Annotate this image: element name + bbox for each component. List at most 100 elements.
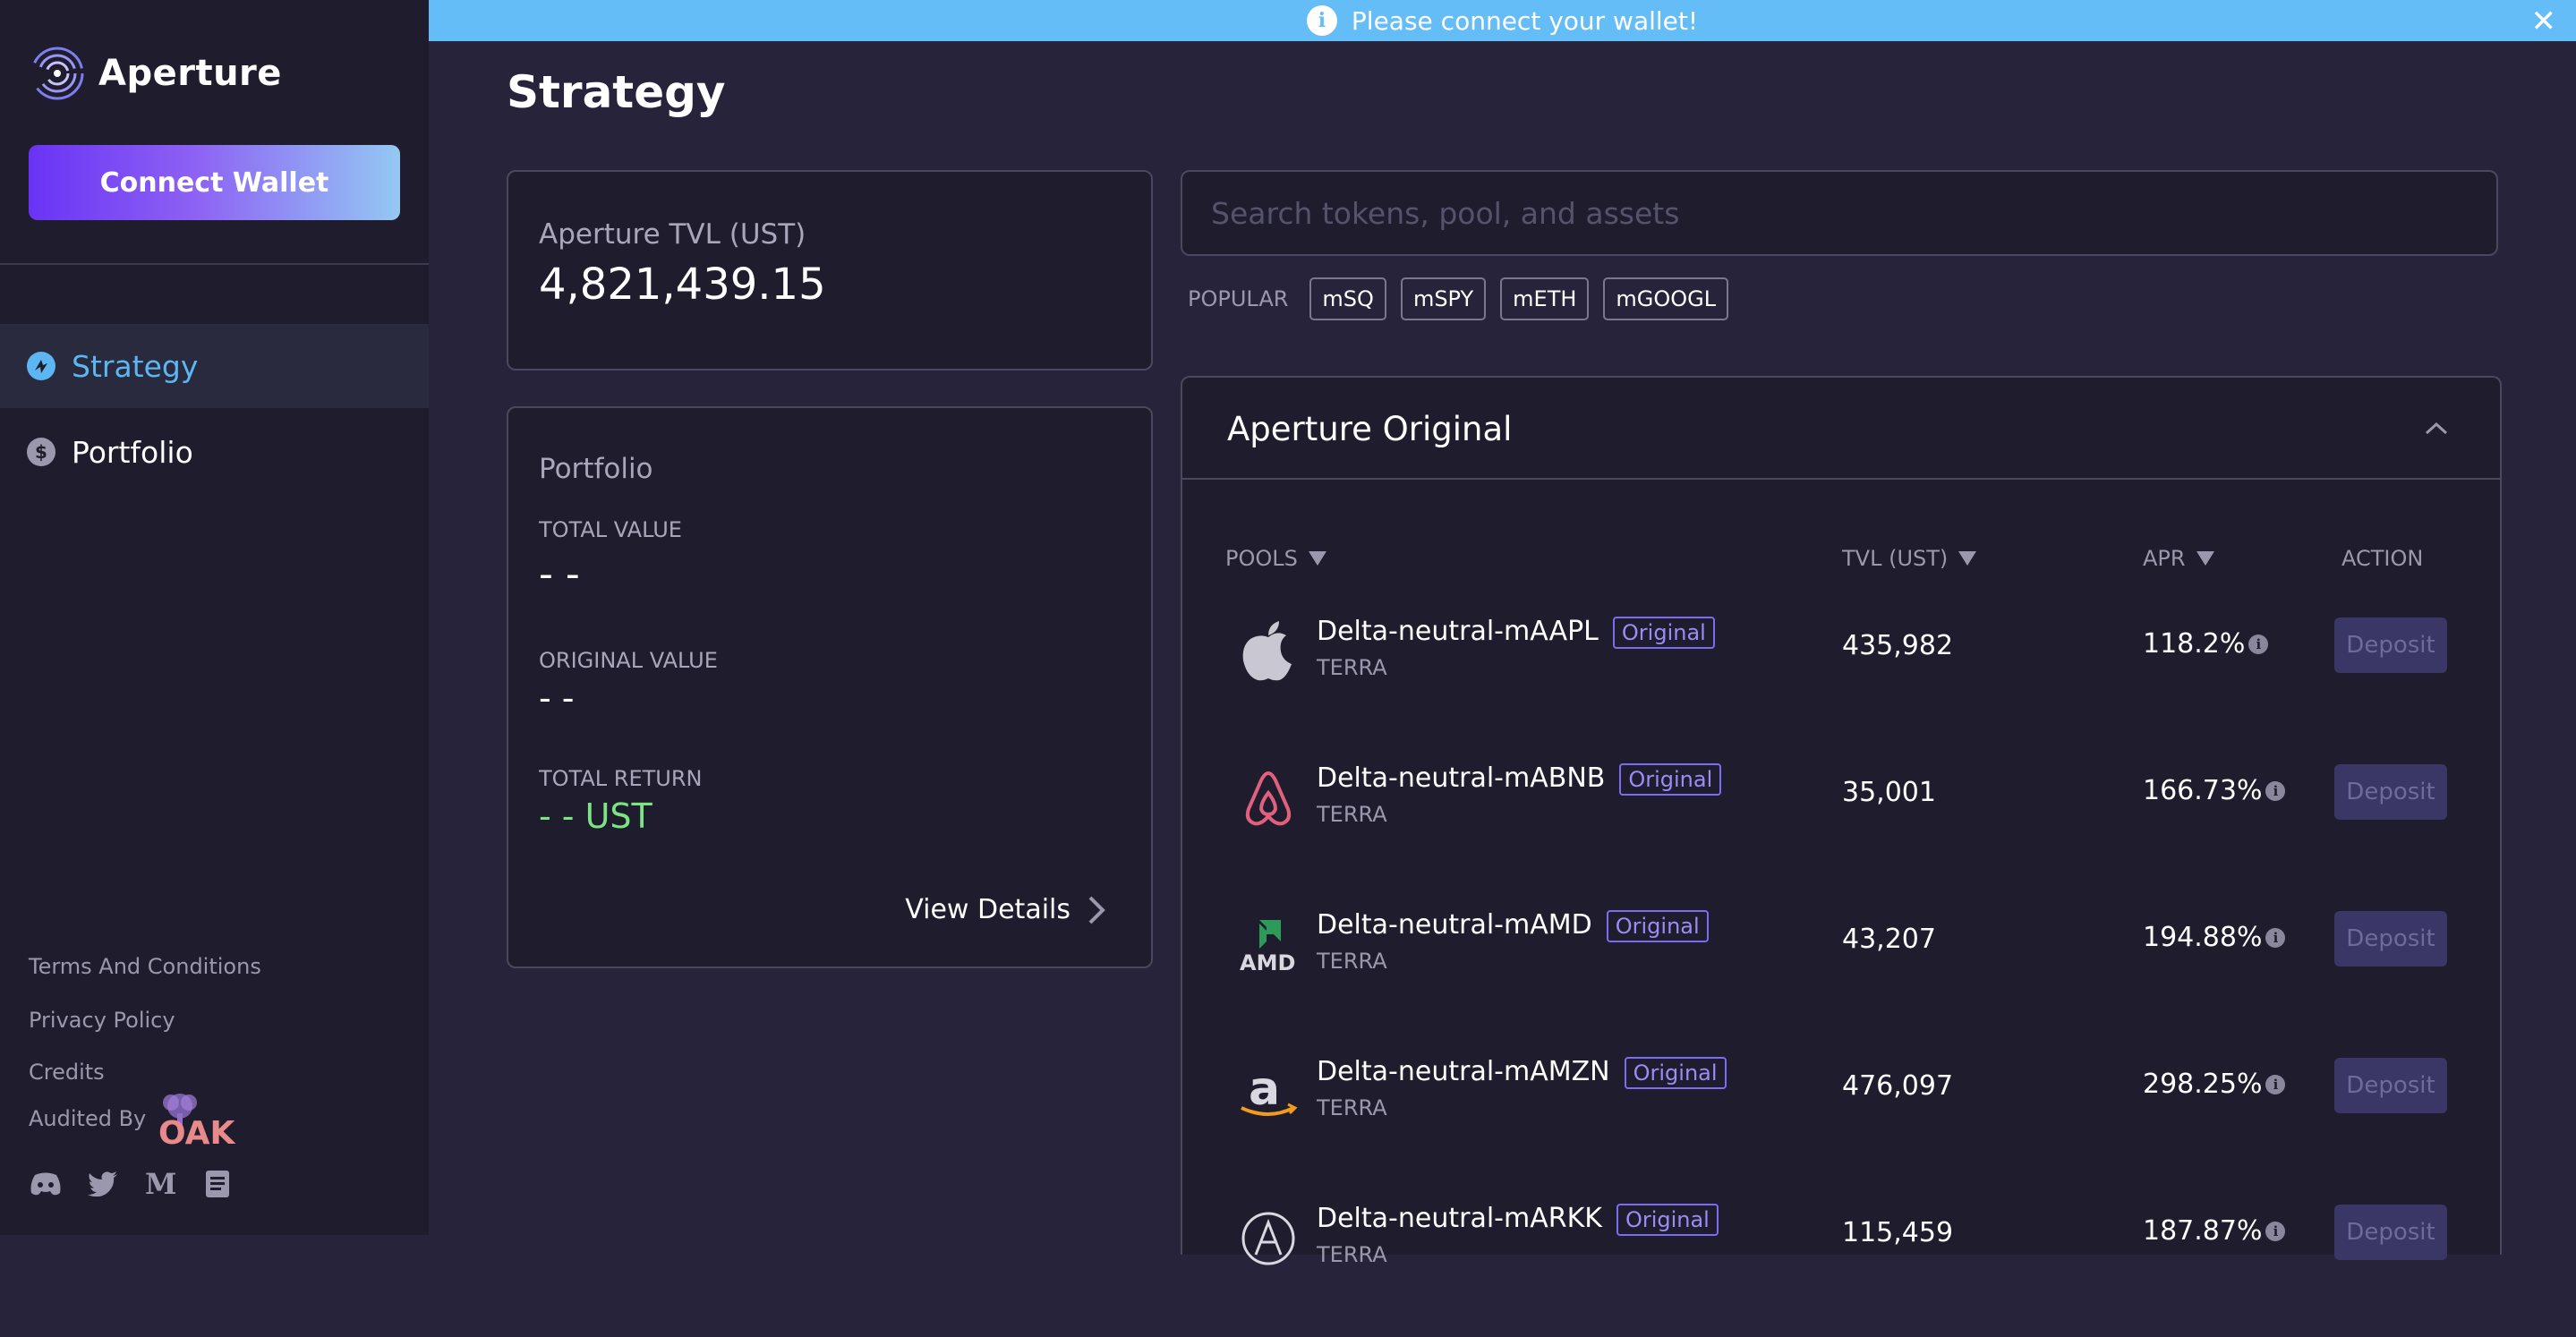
- action-header-label: ACTION: [2341, 546, 2424, 571]
- tvl-card: Aperture TVL (UST) 4,821,439.15: [507, 170, 1153, 370]
- twitter-icon[interactable]: [86, 1167, 120, 1201]
- deposit-button[interactable]: Deposit: [2334, 764, 2447, 820]
- sidebar-item-strategy[interactable]: Strategy: [0, 324, 429, 408]
- portfolio-title: Portfolio: [539, 453, 653, 485]
- credits-link[interactable]: Credits: [29, 1060, 105, 1085]
- pool-chain: TERRA: [1317, 1095, 1387, 1120]
- table-row: Delta-neutral-mAAPL Original TERRA 435,98…: [1182, 603, 2500, 750]
- table-row: Delta-neutral-mABNB Original TERRA 35,001…: [1182, 750, 2500, 897]
- tvl-header-label: TVL (UST): [1842, 546, 1949, 571]
- action-column-header: ACTION: [2341, 546, 2423, 571]
- apple-icon: [1236, 619, 1301, 684]
- popular-chip-mgoogl[interactable]: mGOOGL: [1603, 277, 1729, 320]
- info-icon: i: [1306, 5, 1337, 36]
- total-value: - -: [539, 551, 580, 597]
- pool-apr: 194.88% i: [2143, 922, 2286, 953]
- page-title: Strategy: [507, 66, 726, 118]
- connect-wallet-banner: i Please connect your wallet! ✕: [429, 0, 2576, 41]
- svg-text:OAK: OAK: [158, 1115, 235, 1147]
- total-value-label: TOTAL VALUE: [539, 517, 682, 542]
- amazon-icon: a: [1236, 1060, 1301, 1124]
- deposit-button[interactable]: Deposit: [2334, 911, 2447, 967]
- sidebar-divider: [0, 263, 429, 265]
- view-details-label: View Details: [905, 894, 1070, 925]
- original-badge: Original: [1612, 616, 1715, 649]
- table-row: Delta-neutral-mARKK Original TERRA 115,45…: [1182, 1190, 2500, 1337]
- pool-chain: TERRA: [1317, 949, 1387, 974]
- pool-apr: 298.25% i: [2143, 1069, 2286, 1100]
- deposit-button[interactable]: Deposit: [2334, 1058, 2447, 1113]
- oak-auditor-logo[interactable]: OAK: [153, 1090, 246, 1147]
- pool-name[interactable]: Delta-neutral-mABNB Original: [1317, 762, 1722, 796]
- pool-name[interactable]: Delta-neutral-mAAPL Original: [1317, 616, 1715, 649]
- portfolio-card: Portfolio TOTAL VALUE - - ORIGINAL VALUE…: [507, 406, 1153, 968]
- pool-name[interactable]: Delta-neutral-mAMD Original: [1317, 909, 1709, 942]
- search-input[interactable]: [1181, 170, 2498, 256]
- sort-down-icon: [1958, 551, 1977, 566]
- apr-column-header[interactable]: APR: [2143, 546, 2214, 571]
- svg-text:AMD: AMD: [1240, 950, 1295, 974]
- panel-title: Aperture Original: [1227, 410, 1513, 448]
- info-icon[interactable]: i: [2248, 634, 2269, 654]
- pool-chain: TERRA: [1317, 655, 1387, 680]
- connect-wallet-button[interactable]: Connect Wallet: [29, 145, 400, 220]
- popular-chip-meth[interactable]: mETH: [1500, 277, 1590, 320]
- svg-text:a: a: [1249, 1063, 1280, 1116]
- discord-icon[interactable]: [29, 1167, 63, 1201]
- privacy-link[interactable]: Privacy Policy: [29, 1008, 175, 1033]
- pool-chain: TERRA: [1317, 802, 1387, 827]
- info-icon[interactable]: i: [2265, 780, 2286, 801]
- info-icon[interactable]: i: [2265, 1074, 2286, 1094]
- popular-tokens: POPULAR mSQ mSPY mETH mGOOGL: [1188, 277, 1743, 320]
- pool-apr: 118.2% i: [2143, 628, 2269, 660]
- close-icon[interactable]: ✕: [2531, 4, 2557, 39]
- brand-name: Aperture: [98, 53, 282, 94]
- tvl-label: Aperture TVL (UST): [539, 218, 806, 251]
- original-badge: Original: [1619, 762, 1722, 796]
- airbnb-icon: [1236, 766, 1301, 830]
- audited-by: Audited By OAK: [29, 1090, 246, 1147]
- deposit-button[interactable]: Deposit: [2334, 617, 2447, 673]
- total-return-label: TOTAL RETURN: [539, 766, 703, 791]
- chevron-right-icon: [1088, 896, 1105, 924]
- total-return: - - UST: [539, 796, 653, 836]
- medium-icon[interactable]: M: [143, 1167, 177, 1201]
- sort-down-icon: [2196, 551, 2214, 566]
- original-badge: Original: [1606, 909, 1709, 942]
- svg-text:M: M: [145, 1171, 175, 1196]
- terms-link[interactable]: Terms And Conditions: [29, 954, 261, 979]
- tvl-column-header[interactable]: TVL (UST): [1842, 546, 1977, 571]
- original-value-label: ORIGINAL VALUE: [539, 648, 718, 673]
- view-details-link[interactable]: View Details: [905, 894, 1106, 925]
- strategy-icon: [27, 352, 55, 380]
- info-icon[interactable]: i: [2265, 1221, 2286, 1241]
- docs-icon[interactable]: [200, 1167, 235, 1201]
- pool-tvl: 43,207: [1842, 924, 1936, 955]
- chevron-up-icon[interactable]: [2423, 415, 2450, 442]
- aperture-logo-icon: [30, 47, 84, 100]
- apr-header-label: APR: [2143, 546, 2186, 571]
- deposit-button[interactable]: Deposit: [2334, 1205, 2447, 1260]
- pool-tvl: 435,982: [1842, 630, 1954, 661]
- dollar-icon: $: [27, 438, 55, 466]
- info-icon[interactable]: i: [2265, 927, 2286, 948]
- popular-chip-msq[interactable]: mSQ: [1309, 277, 1386, 320]
- pool-tvl: 476,097: [1842, 1070, 1954, 1102]
- sidebar: Aperture Connect Wallet Strategy $ Portf…: [0, 0, 429, 1235]
- pools-column-header[interactable]: POOLS: [1225, 546, 1326, 571]
- table-row: AMD Delta-neutral-mAMD Original TERRA 43,…: [1182, 897, 2500, 1043]
- popular-chip-mspy[interactable]: mSPY: [1400, 277, 1487, 320]
- popular-label: POPULAR: [1188, 286, 1289, 311]
- table-row: a Delta-neutral-mAMZN Original TERRA 476,…: [1182, 1043, 2500, 1190]
- sidebar-item-portfolio[interactable]: $ Portfolio: [0, 410, 429, 494]
- original-badge: Original: [1616, 1203, 1719, 1236]
- brand[interactable]: Aperture: [29, 45, 282, 102]
- amd-icon: AMD: [1236, 913, 1301, 977]
- pool-name[interactable]: Delta-neutral-mARKK Original: [1317, 1203, 1719, 1236]
- aperture-original-panel: Aperture Original POOLS TVL (UST) APR AC…: [1181, 376, 2502, 1267]
- pool-name[interactable]: Delta-neutral-mAMZN Original: [1317, 1056, 1727, 1089]
- original-value: - -: [539, 678, 575, 718]
- sidebar-item-label: Portfolio: [72, 434, 193, 470]
- sort-down-icon: [1308, 551, 1326, 566]
- panel-header[interactable]: Aperture Original: [1182, 378, 2500, 480]
